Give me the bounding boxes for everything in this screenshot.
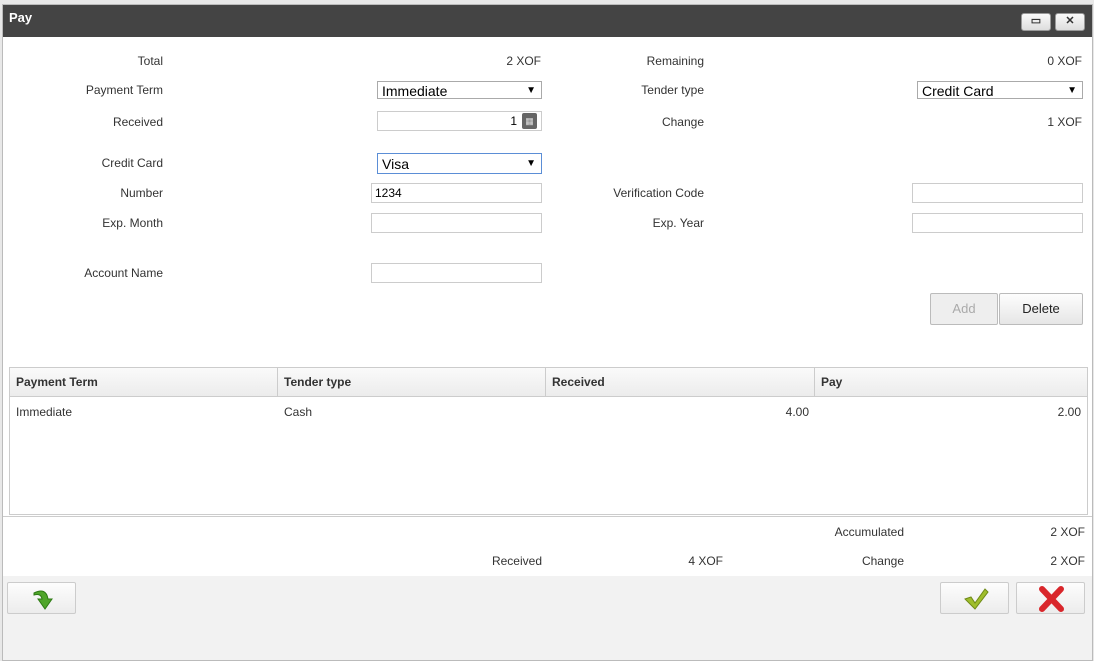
- dialog-title-bar: Pay ▭ ✕: [3, 5, 1092, 37]
- remaining-label: Remaining: [646, 54, 704, 68]
- total-value: 2 XOF: [506, 54, 541, 68]
- received-label: Received: [112, 115, 163, 129]
- payment-term-value: Immediate: [382, 83, 448, 99]
- exp-month-input[interactable]: [371, 213, 542, 233]
- number-input-value: 1234: [375, 186, 402, 200]
- dropdown-arrow-icon: ▼: [526, 158, 536, 169]
- pay-dialog: Pay ▭ ✕ Total 2 XOF Remaining 0 XOF Paym…: [2, 4, 1093, 661]
- add-button[interactable]: Add: [930, 293, 998, 325]
- accumulated-label: Accumulated: [834, 525, 904, 539]
- maximize-button[interactable]: ▭: [1021, 13, 1051, 31]
- remaining-value: 0 XOF: [1047, 54, 1082, 68]
- change-label: Change: [661, 115, 704, 129]
- summary-received-label: Received: [491, 554, 542, 568]
- dialog-footer: [3, 576, 1092, 660]
- payment-term-label: Payment Term: [85, 83, 163, 97]
- column-header-received[interactable]: Received: [546, 368, 815, 397]
- green-arrow-icon: [33, 590, 53, 610]
- account-name-label: Account Name: [84, 266, 163, 280]
- dialog-title: Pay: [9, 10, 33, 25]
- cancel-button[interactable]: [1016, 582, 1085, 614]
- close-button[interactable]: ✕: [1055, 13, 1085, 31]
- exp-month-label: Exp. Month: [102, 216, 163, 230]
- payments-table: Payment Term Tender type Received Pay Im…: [9, 367, 1088, 515]
- tender-type-label: Tender type: [641, 83, 704, 97]
- cell-pay: 2.00: [1057, 405, 1081, 419]
- dropdown-arrow-icon: ▼: [1067, 85, 1077, 96]
- column-header-tender-type[interactable]: Tender type: [278, 368, 546, 397]
- cell-payment-term: Immediate: [16, 405, 73, 419]
- column-header-pay[interactable]: Pay: [815, 368, 1087, 397]
- tender-type-value: Credit Card: [922, 83, 994, 99]
- delete-button[interactable]: Delete: [999, 293, 1083, 325]
- ok-button[interactable]: [940, 582, 1009, 614]
- number-label: Number: [120, 186, 163, 200]
- number-input[interactable]: 1234: [371, 183, 542, 203]
- account-name-input[interactable]: [371, 263, 542, 283]
- exp-year-input[interactable]: [912, 213, 1083, 233]
- payment-term-select[interactable]: Immediate ▼: [377, 81, 542, 99]
- summary-received-value: 4 XOF: [688, 554, 723, 568]
- verification-code-label: Verification Code: [613, 186, 704, 200]
- calculator-icon[interactable]: ▦: [522, 113, 537, 129]
- close-icon: ✕: [1065, 15, 1075, 27]
- summary-change-label: Change: [861, 554, 904, 568]
- cell-received: 4.00: [785, 405, 809, 419]
- dropdown-arrow-icon: ▼: [526, 85, 536, 96]
- credit-card-select[interactable]: Visa ▼: [377, 153, 542, 174]
- refresh-button[interactable]: [7, 582, 76, 614]
- credit-card-value: Visa: [382, 156, 409, 172]
- exp-year-label: Exp. Year: [652, 216, 704, 230]
- credit-card-label: Credit Card: [101, 156, 163, 170]
- total-label: Total: [137, 54, 163, 68]
- verification-code-input[interactable]: [912, 183, 1083, 203]
- change-value: 1 XOF: [1047, 115, 1082, 129]
- column-header-payment-term[interactable]: Payment Term: [10, 368, 278, 397]
- cell-tender-type: Cash: [284, 405, 313, 419]
- accumulated-value: 2 XOF: [1050, 525, 1085, 539]
- maximize-icon: ▭: [1030, 15, 1042, 27]
- tender-type-select[interactable]: Credit Card ▼: [917, 81, 1083, 99]
- received-input-value: 1: [510, 114, 517, 128]
- received-input[interactable]: 1: [377, 111, 542, 131]
- red-x-icon: [1039, 586, 1064, 612]
- summary-change-value: 2 XOF: [1050, 554, 1085, 568]
- divider: [3, 516, 1092, 517]
- green-check-icon: [964, 588, 989, 610]
